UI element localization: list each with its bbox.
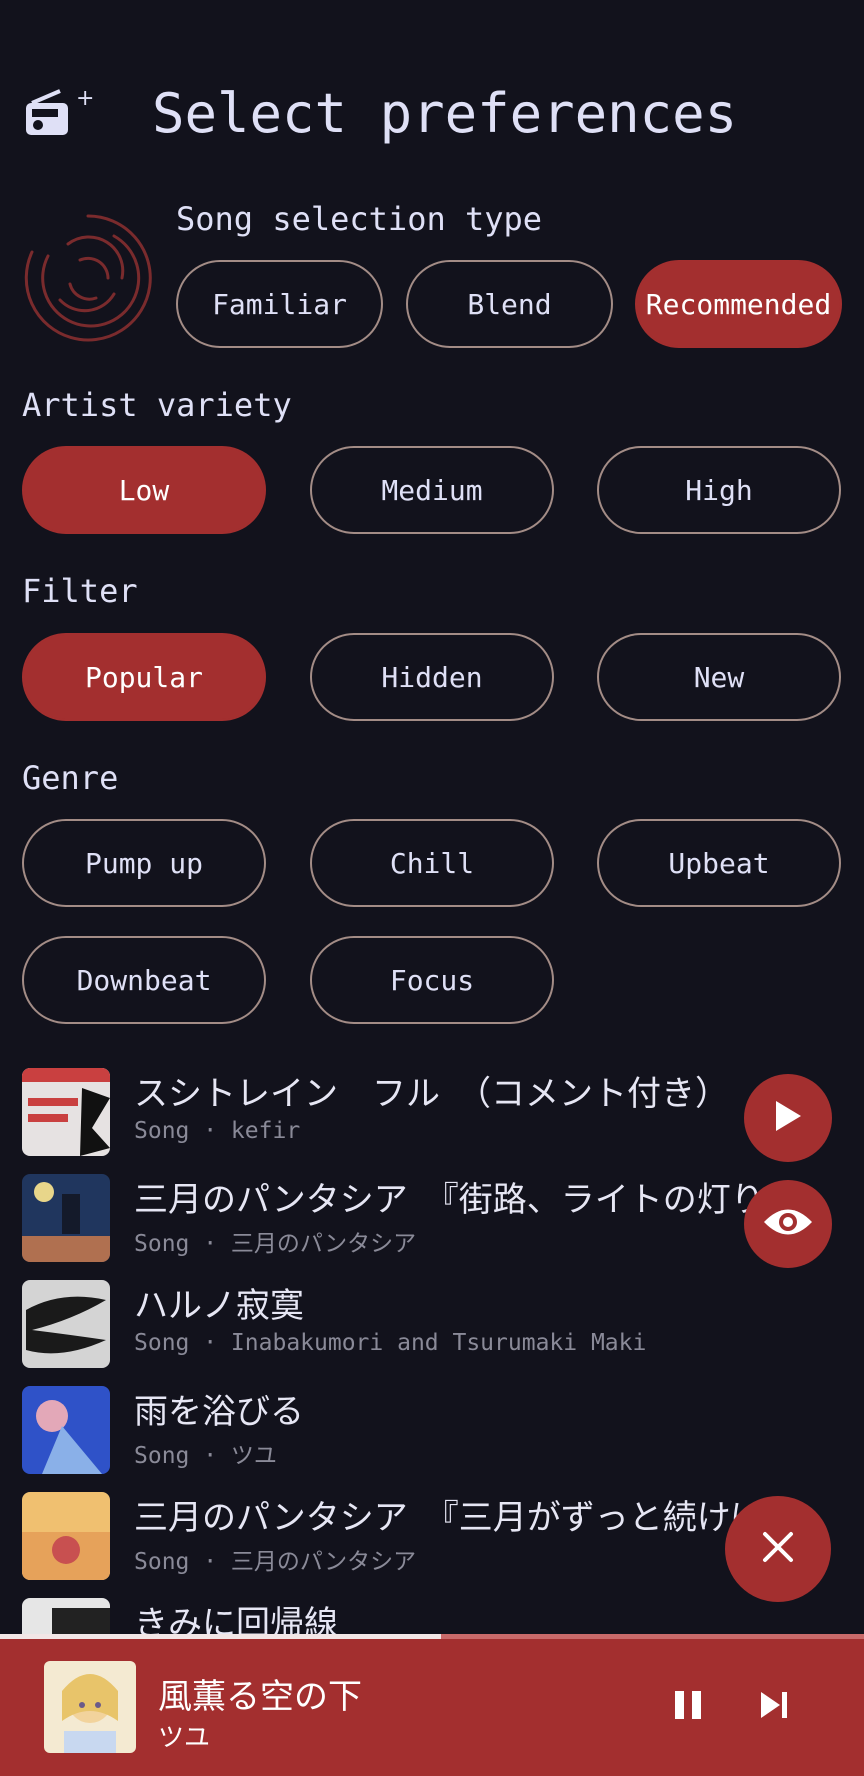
- now-playing-artist: ツユ: [158, 1723, 211, 1753]
- mini-player[interactable]: 風薫る空の下 ツユ: [0, 1639, 864, 1776]
- pause-button[interactable]: [658, 1677, 718, 1737]
- header: +: [24, 80, 96, 150]
- chip-downbeat[interactable]: Downbeat: [22, 936, 266, 1024]
- list-item[interactable]: きみに回帰線: [0, 1590, 864, 1634]
- song-subtitle: Song · 三月のパンタシア: [134, 1231, 417, 1257]
- list-item[interactable]: 三月のパンタシア 『街路、ライトの灯り』 Song · 三月のパンタシア: [0, 1166, 864, 1272]
- chip-blend[interactable]: Blend: [406, 260, 613, 348]
- song-title: スシトレイン フル （コメント付き）: [134, 1074, 729, 1114]
- close-button[interactable]: [725, 1496, 831, 1602]
- song-title: 三月のパンタシア 『街路、ライトの灯り』: [134, 1180, 799, 1220]
- svg-text:+: +: [76, 86, 94, 111]
- close-icon: [761, 1530, 795, 1568]
- chip-pump-up[interactable]: Pump up: [22, 819, 266, 907]
- chip-high[interactable]: High: [597, 446, 841, 534]
- pause-icon: [673, 1689, 703, 1725]
- skip-next-icon: [758, 1689, 790, 1725]
- song-title: きみに回帰線: [134, 1604, 338, 1634]
- chip-upbeat[interactable]: Upbeat: [597, 819, 841, 907]
- now-playing-art: [44, 1661, 136, 1753]
- genre-label: Genre: [22, 759, 119, 797]
- chip-popular[interactable]: Popular: [22, 633, 266, 721]
- song-selection-label: Song selection type: [176, 200, 543, 238]
- album-art: [22, 1280, 110, 1368]
- song-title: 三月のパンタシア 『三月がずっと続けば』: [134, 1498, 799, 1538]
- chip-familiar[interactable]: Familiar: [176, 260, 383, 348]
- song-subtitle: Song · Inabakumori and Tsurumaki Maki: [134, 1330, 647, 1356]
- play-icon: [773, 1099, 803, 1137]
- chip-recommended[interactable]: Recommended: [635, 260, 842, 348]
- song-title: 雨を浴びる: [134, 1392, 304, 1432]
- song-subtitle: Song · 三月のパンタシア: [134, 1549, 417, 1575]
- list-item[interactable]: ハルノ寂寞 Song · Inabakumori and Tsurumaki M…: [0, 1272, 864, 1378]
- now-playing-title: 風薫る空の下: [158, 1677, 362, 1717]
- chip-hidden[interactable]: Hidden: [310, 633, 554, 721]
- chip-chill[interactable]: Chill: [310, 819, 554, 907]
- album-art: [22, 1174, 110, 1262]
- preview-button[interactable]: [744, 1180, 832, 1268]
- list-item[interactable]: 雨を浴びる Song · ツユ: [0, 1378, 864, 1484]
- play-button[interactable]: [744, 1074, 832, 1162]
- preferences-screen: + Select preferences Song selection type…: [0, 0, 864, 1776]
- chip-new[interactable]: New: [597, 633, 841, 721]
- skip-next-button[interactable]: [744, 1677, 804, 1737]
- filter-label: Filter: [22, 572, 138, 610]
- eye-icon: [762, 1205, 814, 1243]
- artist-variety-label: Artist variety: [22, 386, 292, 424]
- song-subtitle: Song · kefir: [134, 1118, 301, 1144]
- chip-medium[interactable]: Medium: [310, 446, 554, 534]
- album-art: [22, 1598, 110, 1634]
- chip-low[interactable]: Low: [22, 446, 266, 534]
- radio-add-icon: +: [24, 85, 96, 145]
- chip-focus[interactable]: Focus: [310, 936, 554, 1024]
- list-item[interactable]: スシトレイン フル （コメント付き） Song · kefir: [0, 1060, 864, 1166]
- loading-spinner-icon: [18, 208, 158, 348]
- song-title: ハルノ寂寞: [134, 1286, 304, 1326]
- page-title: Select preferences: [152, 82, 738, 145]
- album-art: [22, 1386, 110, 1474]
- album-art: [22, 1492, 110, 1580]
- song-subtitle: Song · ツユ: [134, 1443, 277, 1469]
- album-art: [22, 1068, 110, 1156]
